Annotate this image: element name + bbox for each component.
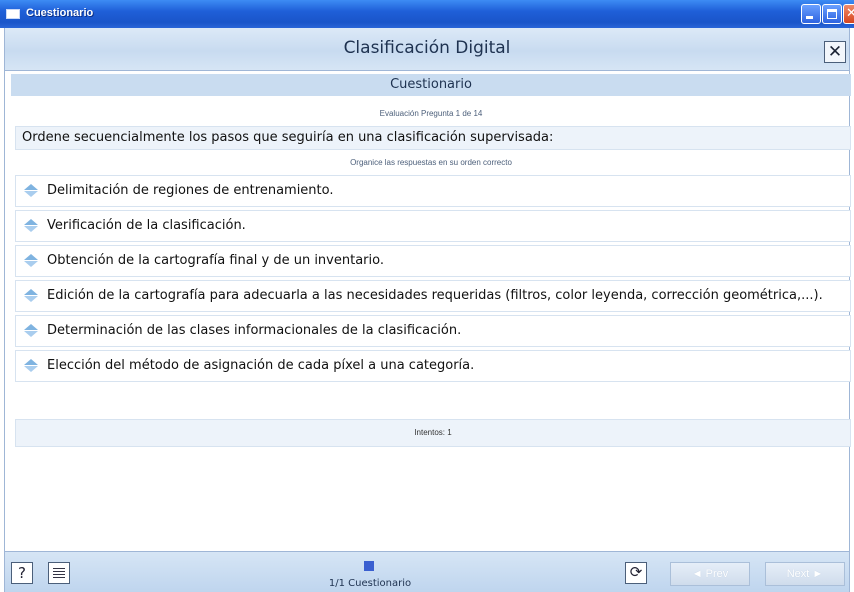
next-button[interactable]: Next ► xyxy=(765,562,845,586)
window-title-bar: Cuestionario xyxy=(0,0,854,28)
drag-handle-icon[interactable] xyxy=(24,219,38,233)
answer-text: Verificación de la clasificación. xyxy=(47,218,246,233)
drag-handle-icon[interactable] xyxy=(24,289,38,303)
progress-indicator xyxy=(364,561,374,571)
app-title: Clasificación Digital xyxy=(343,38,511,58)
footer-toolbar: ? 1/1 Cuestionario ⟳ ◄ Prev Next ► xyxy=(5,551,849,592)
list-button[interactable] xyxy=(48,562,70,584)
answer-item[interactable]: Obtención de la cartografía final y de u… xyxy=(15,245,851,277)
progress-text: 1/1 Cuestionario xyxy=(328,578,412,589)
drag-handle-icon[interactable] xyxy=(24,184,38,198)
prev-button[interactable]: ◄ Prev xyxy=(670,562,750,586)
answer-list: Delimitación de regiones de entrenamient… xyxy=(15,175,851,385)
answer-text: Obtención de la cartografía final y de u… xyxy=(47,253,384,268)
help-icon: ? xyxy=(18,564,26,582)
answer-item[interactable]: Elección del método de asignación de cad… xyxy=(15,350,851,382)
answer-text: Edición de la cartografía para adecuarla… xyxy=(47,288,823,303)
drag-handle-icon[interactable] xyxy=(24,254,38,268)
instruction-text: Organice las respuestas en su orden corr… xyxy=(350,158,512,167)
app-header: Clasificación Digital ✕ xyxy=(5,28,849,71)
window-close-button[interactable] xyxy=(843,4,854,24)
answer-item[interactable]: Delimitación de regiones de entrenamient… xyxy=(15,175,851,207)
attempts-counter: Intentos: 1 xyxy=(15,419,851,447)
answer-item[interactable]: Determinación de las clases informaciona… xyxy=(15,315,851,347)
help-button[interactable]: ? xyxy=(11,562,33,584)
window-title: Cuestionario xyxy=(26,7,94,19)
answer-item[interactable]: Edición de la cartografía para adecuarla… xyxy=(15,280,851,312)
question-text: Ordene secuencialmente los pasos que seg… xyxy=(15,126,851,150)
answer-text: Delimitación de regiones de entrenamient… xyxy=(47,183,334,198)
answer-text: Elección del método de asignación de cad… xyxy=(47,358,475,373)
refresh-button[interactable]: ⟳ xyxy=(625,562,647,584)
drag-handle-icon[interactable] xyxy=(24,324,38,338)
maximize-button[interactable] xyxy=(822,4,842,24)
minimize-button[interactable] xyxy=(801,4,821,24)
answer-text: Determinación de las clases informaciona… xyxy=(47,323,462,338)
evaluation-label: Evaluación Pregunta 1 de 14 xyxy=(379,109,483,118)
close-button[interactable]: ✕ xyxy=(824,41,846,63)
window-icon xyxy=(6,9,20,19)
quiz-app: Clasificación Digital ✕ Cuestionario Eva… xyxy=(4,28,851,592)
answer-item[interactable]: Verificación de la clasificación. xyxy=(15,210,851,242)
refresh-icon: ⟳ xyxy=(629,563,643,581)
section-title: Cuestionario xyxy=(11,74,851,96)
drag-handle-icon[interactable] xyxy=(24,359,38,373)
